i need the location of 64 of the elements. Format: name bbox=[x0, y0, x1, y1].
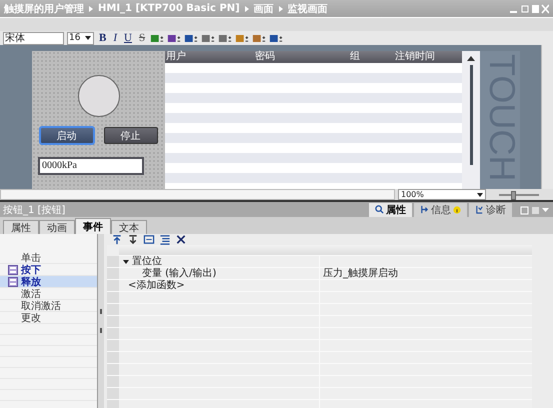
toolbar-icon[interactable] bbox=[167, 32, 182, 44]
hmi-button[interactable]: 停止 bbox=[104, 127, 158, 144]
format-button[interactable]: U bbox=[122, 32, 134, 44]
format-button[interactable]: S bbox=[136, 32, 148, 44]
row-header bbox=[107, 364, 119, 375]
table-scrollbar[interactable] bbox=[462, 51, 480, 189]
column-header: 组 bbox=[350, 51, 361, 63]
inspector-tab[interactable]: 属性 bbox=[369, 202, 412, 216]
toolbar-icon[interactable] bbox=[201, 32, 216, 44]
list-icon[interactable] bbox=[158, 234, 172, 245]
inspector-tab[interactable]: 信息 bbox=[414, 202, 467, 216]
expand-icon[interactable] bbox=[123, 260, 129, 264]
row-header bbox=[107, 256, 119, 267]
row-header bbox=[107, 376, 119, 387]
search-icon bbox=[375, 205, 384, 214]
tab[interactable]: 属性 bbox=[3, 220, 39, 234]
row-header bbox=[107, 328, 119, 339]
format-button[interactable]: B bbox=[97, 32, 108, 44]
inspector-title: 按钮_1 [按钮] bbox=[3, 204, 66, 216]
chevron-icon bbox=[89, 6, 93, 12]
row-header bbox=[107, 268, 119, 279]
tab[interactable]: 动画 bbox=[39, 220, 75, 234]
row-header bbox=[107, 352, 119, 363]
font-size-field[interactable]: 16 bbox=[67, 32, 94, 44]
chevron-icon bbox=[278, 6, 283, 12]
delete-icon[interactable] bbox=[174, 234, 188, 245]
inspector-tab[interactable]: 诊断 bbox=[469, 202, 512, 216]
tab[interactable]: 事件 bbox=[75, 218, 111, 234]
row-header bbox=[107, 304, 119, 315]
add-function-link[interactable]: <添加函数> bbox=[123, 280, 185, 291]
io-field[interactable]: 0000kPa bbox=[38, 157, 144, 175]
parameter-value[interactable]: 压力_触摸屏启动 bbox=[323, 268, 398, 279]
indicator-circle bbox=[78, 75, 120, 117]
column-header: 注销时间 bbox=[395, 51, 436, 63]
info-icon bbox=[453, 206, 461, 214]
toolbar-icon[interactable] bbox=[218, 32, 232, 44]
function-name[interactable]: 置位位 bbox=[132, 256, 162, 267]
vertical-scrollbar[interactable] bbox=[541, 45, 553, 189]
toolbar-icon[interactable] bbox=[184, 32, 198, 44]
toolbar-icon[interactable] bbox=[150, 32, 164, 44]
tab[interactable]: 文本 bbox=[111, 220, 147, 234]
row-header bbox=[107, 340, 119, 351]
chart-icon bbox=[475, 205, 484, 214]
hmi-button[interactable]: 启动 bbox=[40, 127, 94, 144]
horizontal-scrollbar[interactable] bbox=[0, 189, 395, 200]
row-header bbox=[107, 316, 119, 327]
function-list-icon bbox=[8, 276, 18, 286]
toolbar-icon[interactable] bbox=[235, 32, 250, 44]
event-item[interactable]: 释放 bbox=[0, 276, 97, 288]
zoom-field[interactable]: 100% bbox=[398, 189, 486, 200]
format-button[interactable]: I bbox=[111, 32, 120, 44]
row-header bbox=[107, 280, 119, 291]
column-header: 密码 bbox=[255, 51, 276, 63]
chevron-icon bbox=[244, 6, 249, 12]
row-header bbox=[107, 292, 119, 303]
collapse-icon[interactable] bbox=[142, 234, 156, 245]
arrow-icon bbox=[420, 205, 429, 214]
font-field[interactable]: 宋体 bbox=[3, 32, 64, 44]
toolbar-icon[interactable] bbox=[269, 32, 284, 44]
function-list-icon bbox=[8, 264, 18, 274]
parameter-name: 变量 (输入/输出) bbox=[141, 268, 216, 279]
row-header bbox=[107, 388, 119, 399]
toolbar-icon[interactable] bbox=[252, 32, 266, 44]
column-header: 用户 bbox=[165, 51, 187, 63]
